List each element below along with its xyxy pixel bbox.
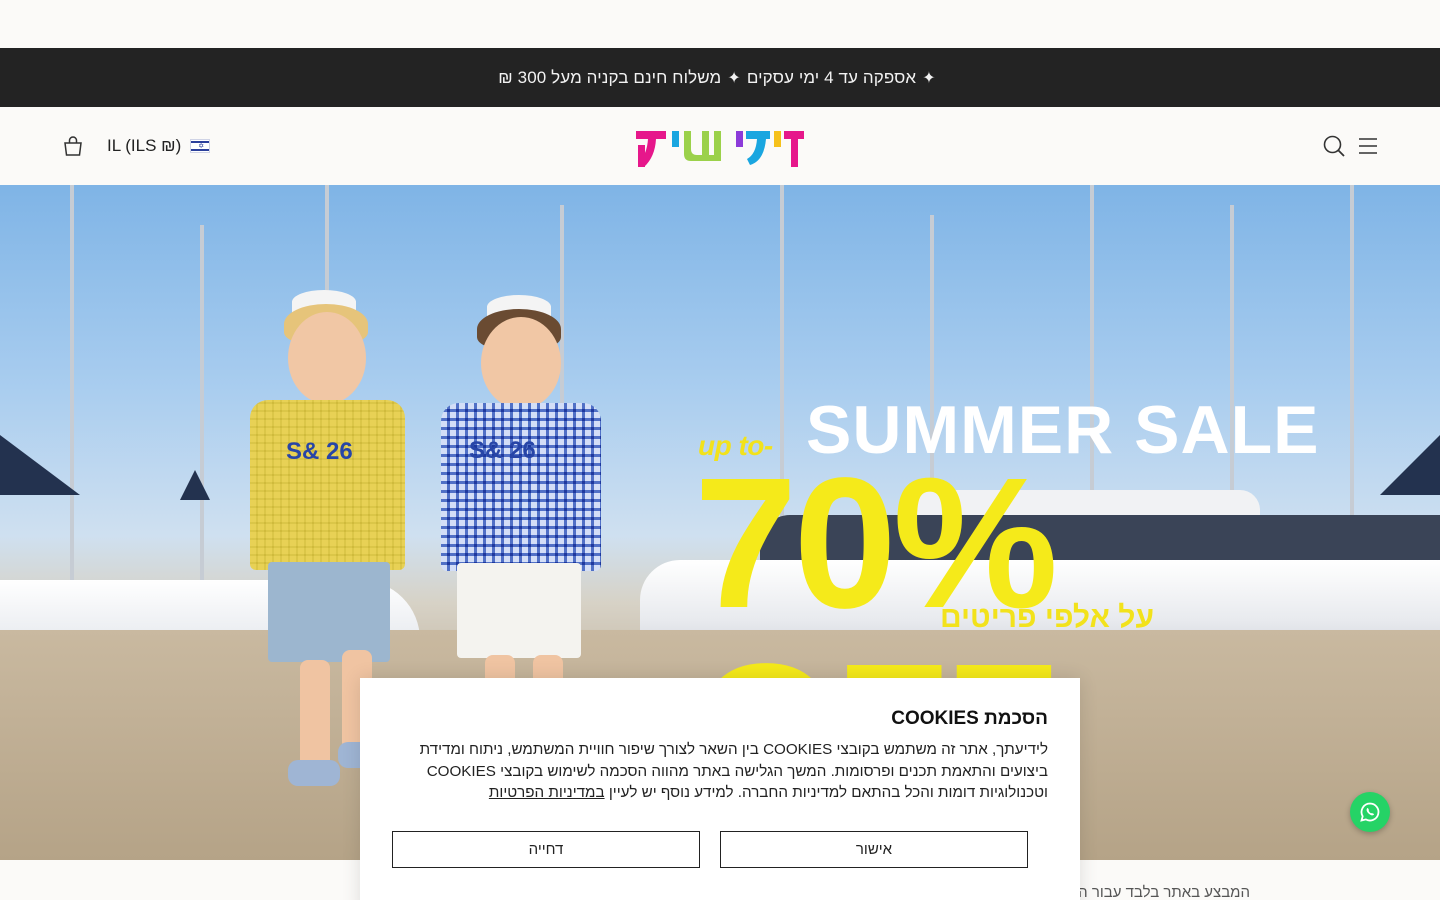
cookie-decline-button[interactable]: דחייה [392,831,700,868]
sparkle-icon: ✦ [727,69,741,87]
shirt-print: S& 26 [286,438,353,465]
cookie-buttons: אישור דחייה [392,831,1028,868]
announcement-bar: ✦ אספקה עד 4 ימי עסקים ✦ משלוח חינם בקני… [0,48,1440,107]
cookie-title: הסכמת COOKIES [891,708,1048,729]
locale-label: IL (ILS ₪) [107,136,182,155]
shirt-print: S& 26 [469,437,536,464]
privacy-policy-link[interactable]: במדיניות הפרטיות [489,784,605,801]
site-header: IL (ILS ₪) ✡ [0,107,1440,185]
whatsapp-icon[interactable] [1350,792,1390,832]
cart-icon[interactable] [62,135,84,157]
below-hero-text: המבצע באתר בלבד עבור ה... [1080,884,1250,900]
search-icon[interactable] [1322,134,1346,158]
announcement-free-shipping: משלוח חינם בקניה מעל 300 ₪ [498,67,722,87]
cookie-accept-button[interactable]: אישור [720,831,1028,868]
cookie-body: לידיעתך, אתר זה משתמש בקובצי COOKIES בין… [392,739,1048,804]
cookie-consent-dialog: הסכמת COOKIES לידיעתך, אתר זה משתמש בקוב… [360,678,1080,900]
site-logo[interactable] [634,125,806,169]
locale-selector[interactable]: IL (ILS ₪) ✡ [107,133,211,159]
israel-flag-icon: ✡ [190,139,211,153]
sparkle-icon: ✦ [922,69,936,87]
top-spacer [0,0,1440,48]
menu-icon[interactable] [1356,135,1380,157]
announcement-delivery: אספקה עד 4 ימי עסקים [746,67,917,87]
hero-promo: up to- SUMMER SALE 70% OFF על אלפי פריטי… [694,392,1394,823]
promo-subtitle: על אלפי פריטים [940,601,1154,634]
